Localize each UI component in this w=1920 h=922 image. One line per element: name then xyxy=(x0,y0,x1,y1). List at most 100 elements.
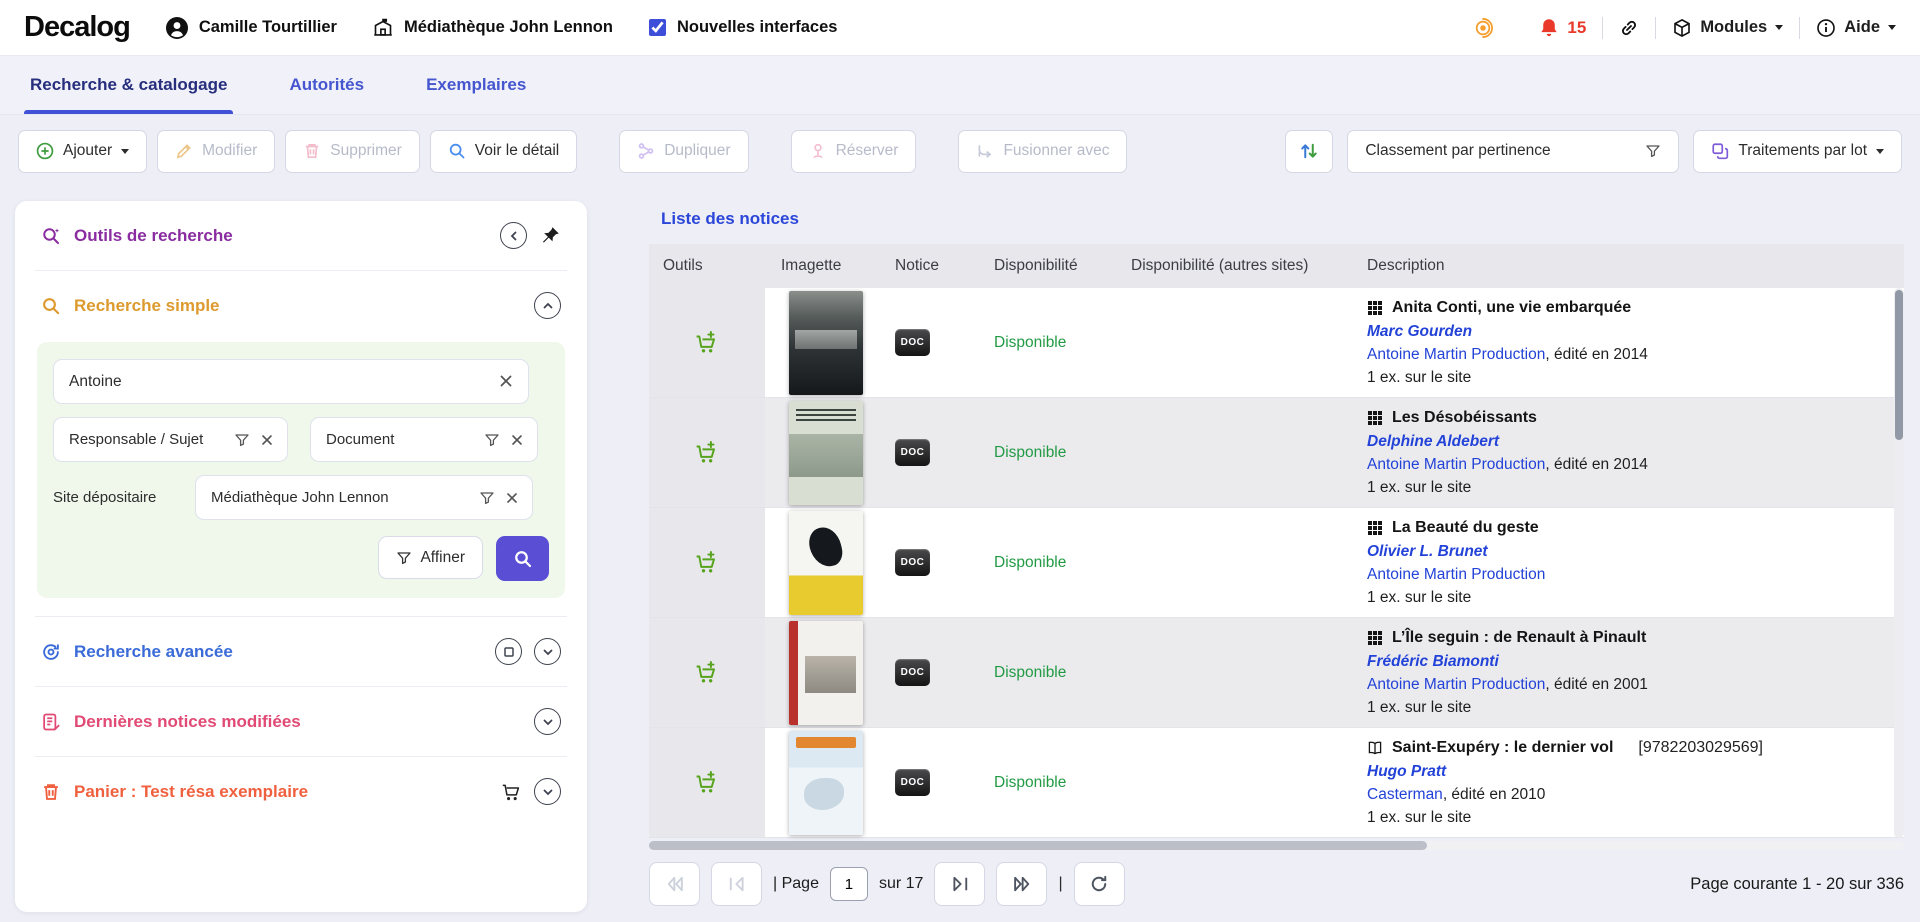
search-term-input[interactable] xyxy=(53,359,529,404)
app-logo[interactable]: Decalog xyxy=(24,11,130,44)
table-row[interactable]: DOC Disponible Saint-Exupéry : le dernie… xyxy=(649,728,1904,838)
collapse-panel-button[interactable] xyxy=(500,222,527,249)
notice-author-link[interactable]: Olivier L. Brunet xyxy=(1367,540,1904,563)
new-interfaces-checkbox[interactable] xyxy=(649,19,666,36)
criteria-chip-responsable-sujet[interactable]: Responsable / Sujet xyxy=(53,417,288,462)
edit-button[interactable]: Modifier xyxy=(157,130,275,173)
remove-chip-icon[interactable] xyxy=(509,432,525,448)
expand-basket-button[interactable] xyxy=(534,778,561,805)
notice-publisher-link[interactable]: Antoine Martin Production xyxy=(1367,676,1545,693)
search-submit-button[interactable] xyxy=(496,536,549,581)
view-detail-button[interactable]: Voir le détail xyxy=(430,130,577,173)
table-header: Outils Imagette Notice Disponibilité Dis… xyxy=(649,244,1904,288)
notifications-button[interactable]: 15 xyxy=(1538,17,1586,39)
page-number-input[interactable] xyxy=(830,867,868,901)
refine-button[interactable]: Affiner xyxy=(378,536,483,579)
book-icon xyxy=(1367,740,1383,756)
book-cover-thumbnail[interactable] xyxy=(789,731,863,835)
notice-publisher-link[interactable]: Antoine Martin Production xyxy=(1367,566,1545,583)
tab-recherche-catalogage[interactable]: Recherche & catalogage xyxy=(30,55,227,114)
edit-label: Modifier xyxy=(202,142,257,160)
notice-isbn: [9782203029569] xyxy=(1638,736,1763,760)
delete-button[interactable]: Supprimer xyxy=(285,130,420,173)
add-to-basket-icon[interactable] xyxy=(694,330,720,356)
page-fast-forward-button[interactable] xyxy=(996,862,1047,906)
notice-title[interactable]: L’Île seguin : de Renault à Pinault xyxy=(1392,626,1646,650)
tab-autorites[interactable]: Autorités xyxy=(289,55,364,114)
help-menu[interactable]: Aide xyxy=(1816,18,1896,38)
notice-author-link[interactable]: Hugo Pratt xyxy=(1367,760,1904,783)
site-depositaire-select[interactable]: Médiathèque John Lennon xyxy=(195,475,533,520)
book-cover-thumbnail[interactable] xyxy=(789,291,863,395)
doc-type-badge[interactable]: DOC xyxy=(895,769,930,796)
add-button[interactable]: Ajouter xyxy=(18,130,147,173)
clear-search-icon[interactable] xyxy=(497,372,515,390)
table-row[interactable]: DOC Disponible Anita Conti, une vie emba… xyxy=(649,288,1904,398)
table-row[interactable]: DOC Disponible L’Île seguin : de Renault… xyxy=(649,618,1904,728)
reserve-button[interactable]: Réserver xyxy=(791,130,917,173)
open-window-button[interactable] xyxy=(495,638,522,665)
notice-author-link[interactable]: Frédéric Biamonti xyxy=(1367,650,1904,673)
sort-direction-button[interactable] xyxy=(1285,130,1333,173)
site-depositaire-value: Médiathèque John Lennon xyxy=(211,489,389,506)
pencil-icon xyxy=(175,142,193,160)
notice-publisher-link[interactable]: Antoine Martin Production xyxy=(1367,346,1545,363)
batch-processing-button[interactable]: Traitements par lot xyxy=(1693,130,1902,173)
merge-button[interactable]: Fusionner avec xyxy=(958,130,1127,173)
sort-order-select[interactable]: Classement par pertinence xyxy=(1347,130,1679,173)
book-cover-thumbnail[interactable] xyxy=(789,511,863,615)
page-forward-button[interactable] xyxy=(934,862,985,906)
horizontal-scrollbar[interactable] xyxy=(649,841,1904,850)
remove-chip-icon[interactable] xyxy=(259,432,275,448)
page-fast-backward-button[interactable] xyxy=(649,862,700,906)
remove-chip-icon[interactable] xyxy=(504,490,520,506)
user-menu[interactable]: Camille Tourtillier xyxy=(166,17,337,39)
refresh-button[interactable] xyxy=(1074,862,1125,906)
duplicate-label: Dupliquer xyxy=(664,142,730,160)
add-to-basket-icon[interactable] xyxy=(694,770,720,796)
funnel-icon[interactable] xyxy=(234,432,250,448)
table-row[interactable]: DOC Disponible Les Désobéissants Delphin… xyxy=(649,398,1904,508)
book-cover-thumbnail[interactable] xyxy=(789,401,863,505)
doc-type-badge[interactable]: DOC xyxy=(895,659,930,686)
notice-author-link[interactable]: Delphine Aldebert xyxy=(1367,430,1904,453)
expand-modified-notices-button[interactable] xyxy=(534,708,561,735)
book-cover-thumbnail[interactable] xyxy=(789,621,863,725)
page-backward-button[interactable] xyxy=(711,862,762,906)
expand-advanced-search-button[interactable] xyxy=(534,638,561,665)
new-interfaces-toggle[interactable]: Nouvelles interfaces xyxy=(649,18,838,37)
modules-menu[interactable]: Modules xyxy=(1672,18,1783,38)
add-to-basket-icon[interactable] xyxy=(694,440,720,466)
notice-copies: 1 ex. sur le site xyxy=(1367,586,1904,609)
cart-icon[interactable] xyxy=(500,781,522,803)
horizontal-scrollbar-thumb[interactable] xyxy=(649,841,1427,850)
doc-type-badge[interactable]: DOC xyxy=(895,329,930,356)
link-icon[interactable] xyxy=(1619,18,1639,38)
criteria-chip-document[interactable]: Document xyxy=(310,417,538,462)
table-row[interactable]: DOC Disponible La Beauté du geste Olivie… xyxy=(649,508,1904,618)
site-menu[interactable]: Médiathèque John Lennon xyxy=(373,18,613,38)
notice-title[interactable]: Les Désobéissants xyxy=(1392,406,1537,430)
add-to-basket-icon[interactable] xyxy=(694,550,720,576)
notice-copies: 1 ex. sur le site xyxy=(1367,366,1904,389)
notice-publisher-link[interactable]: Casterman xyxy=(1367,786,1443,803)
vertical-scrollbar[interactable] xyxy=(1894,288,1904,838)
notice-publisher-link[interactable]: Antoine Martin Production xyxy=(1367,456,1545,473)
doc-type-badge[interactable]: DOC xyxy=(895,439,930,466)
assistance-icon[interactable] xyxy=(1472,17,1494,39)
tab-exemplaires[interactable]: Exemplaires xyxy=(426,55,526,114)
doc-type-badge[interactable]: DOC xyxy=(895,549,930,576)
notice-title[interactable]: La Beauté du geste xyxy=(1392,516,1539,540)
topbar: Decalog Camille Tourtillier Médiathèque … xyxy=(0,0,1920,55)
vertical-scrollbar-thumb[interactable] xyxy=(1895,290,1903,440)
duplicate-button[interactable]: Dupliquer xyxy=(619,130,748,173)
collapse-simple-search-button[interactable] xyxy=(534,292,561,319)
notice-title[interactable]: Saint-Exupéry : le dernier vol xyxy=(1392,736,1613,760)
add-to-basket-icon[interactable] xyxy=(694,660,720,686)
pin-icon[interactable] xyxy=(539,225,561,247)
caret-down-icon xyxy=(1876,149,1884,154)
notice-title[interactable]: Anita Conti, une vie embarquée xyxy=(1392,296,1631,320)
funnel-icon[interactable] xyxy=(479,490,495,506)
funnel-icon[interactable] xyxy=(484,432,500,448)
notice-author-link[interactable]: Marc Gourden xyxy=(1367,320,1904,343)
